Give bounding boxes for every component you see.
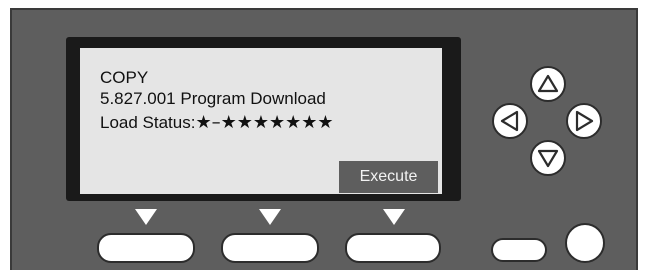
softkey-1-arrow-icon [135,209,157,225]
nav-left-button[interactable] [492,103,528,139]
arrow-down-icon [537,149,559,168]
load-status-line: Load Status:★–★★★★★★★ [100,113,334,133]
arrow-left-icon [500,110,519,132]
round-button[interactable] [565,223,605,263]
arrow-up-icon [537,74,559,93]
load-status-label: Load Status: [100,113,196,132]
execute-softkey-label: Execute [339,161,438,193]
load-status-value: ★–★★★★★★★ [195,112,334,133]
softkey-3-arrow-icon [383,209,405,225]
function-button[interactable] [491,238,547,262]
nav-down-button[interactable] [530,140,566,176]
softkey-1-button[interactable] [97,233,195,263]
softkey-2-button[interactable] [221,233,319,263]
mode-label: COPY [100,68,149,87]
program-line: 5.827.001 Program Download [100,89,326,108]
arrow-right-icon [575,110,594,132]
nav-right-button[interactable] [566,103,602,139]
lcd-display: COPY 5.827.001 Program Download Load Sta… [80,48,442,194]
softkey-3-button[interactable] [345,233,441,263]
softkey-2-arrow-icon [259,209,281,225]
nav-up-button[interactable] [530,66,566,102]
